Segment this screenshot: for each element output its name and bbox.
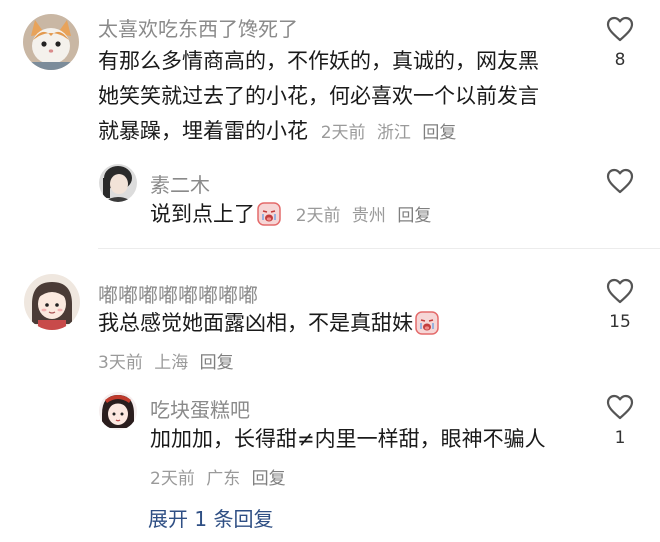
reply-meta: 2天前 贵州 回复: [296, 206, 438, 226]
crying-emoji-icon: [415, 311, 439, 335]
comment-text: 我总感觉她面露凶相，不是真甜妹: [98, 306, 439, 341]
like-button[interactable]: 8: [600, 16, 640, 70]
heart-icon: [606, 278, 634, 304]
heart-icon: [606, 168, 634, 194]
expand-replies-button[interactable]: 展开 1 条回复: [148, 503, 273, 532]
cat-avatar-icon[interactable]: [23, 14, 79, 70]
comment-text-content: 我总感觉她面露凶相，不是真甜妹: [98, 311, 413, 335]
anime-avatar-icon[interactable]: [99, 392, 137, 430]
reply-location: 贵州: [351, 206, 386, 226]
reply-time: 2天前: [295, 206, 341, 226]
comment-item: 嘟嘟嘟嘟嘟嘟嘟嘟 我总感觉她面露凶相，不是真甜妹 3天前 上海 回复 15: [0, 268, 660, 378]
reply-username[interactable]: 吃块蛋糕吧: [150, 394, 250, 423]
comment-text-line: 有那么多情商高的，不作妖的，真诚的，网友黑: [98, 49, 539, 73]
like-count: 1: [614, 428, 626, 448]
comment-meta: 2天前 浙江 回复: [321, 123, 463, 143]
reply-username[interactable]: 素二木: [150, 169, 210, 198]
reply-item: 素二木 说到点上了 2天前 贵州 回复: [0, 160, 660, 235]
reply-button[interactable]: 回复: [397, 206, 431, 226]
comment-time: 3天前: [98, 353, 143, 373]
like-button[interactable]: [600, 168, 640, 194]
reply-item: 吃块蛋糕吧 加加加，长得甜≠内里一样甜，眼神不骗人 2天前 广东 回复 1: [0, 386, 660, 496]
reply-text: 说到点上了 2天前 贵州 回复: [150, 197, 437, 234]
comment-thread: 太喜欢吃东西了馋死了 有那么多情商高的，不作妖的，真诚的，网友黑 她笑笑就过去了…: [0, 0, 660, 542]
reply-text: 加加加，长得甜≠内里一样甜，眼神不骗人: [150, 427, 546, 451]
like-button[interactable]: 1: [600, 394, 640, 448]
reply-time: 2天前: [150, 469, 195, 489]
comment-text-line-content: 就暴躁，埋着雷的小花: [98, 119, 308, 143]
reply-button[interactable]: 回复: [422, 123, 456, 143]
reply-meta: 2天前 广东 回复: [150, 464, 292, 489]
reply-text-content: 说到点上了: [150, 202, 255, 226]
comment-location: 浙江: [376, 123, 411, 143]
comment-location: 上海: [154, 353, 189, 373]
crying-emoji-icon: [257, 202, 281, 226]
girl-avatar-icon[interactable]: [99, 164, 137, 202]
heart-icon: [606, 16, 634, 42]
comment-text: 有那么多情商高的，不作妖的，真诚的，网友黑 她笑笑就过去了的小花，何必喜欢一个以…: [98, 44, 578, 151]
comment-username[interactable]: 嘟嘟嘟嘟嘟嘟嘟嘟: [98, 279, 258, 308]
reply-button[interactable]: 回复: [200, 353, 234, 373]
comment-text-line: 她笑笑就过去了的小花，何必喜欢一个以前发言: [98, 84, 539, 108]
cartoon-avatar-icon[interactable]: [24, 274, 80, 330]
comment-item: 太喜欢吃东西了馋死了 有那么多情商高的，不作妖的，真诚的，网友黑 她笑笑就过去了…: [0, 0, 660, 150]
like-count: 15: [609, 312, 631, 332]
like-count: 8: [614, 50, 626, 70]
like-button[interactable]: 15: [600, 278, 640, 332]
heart-icon: [606, 394, 634, 420]
comment-time: 2天前: [320, 123, 366, 143]
reply-button[interactable]: 回复: [252, 469, 286, 489]
comment-text-line: 就暴躁，埋着雷的小花 2天前 浙江 回复: [98, 114, 578, 151]
comment-meta: 3天前 上海 回复: [98, 348, 240, 373]
divider: [98, 248, 660, 249]
reply-location: 广东: [206, 469, 241, 489]
comment-username[interactable]: 太喜欢吃东西了馋死了: [98, 13, 298, 42]
